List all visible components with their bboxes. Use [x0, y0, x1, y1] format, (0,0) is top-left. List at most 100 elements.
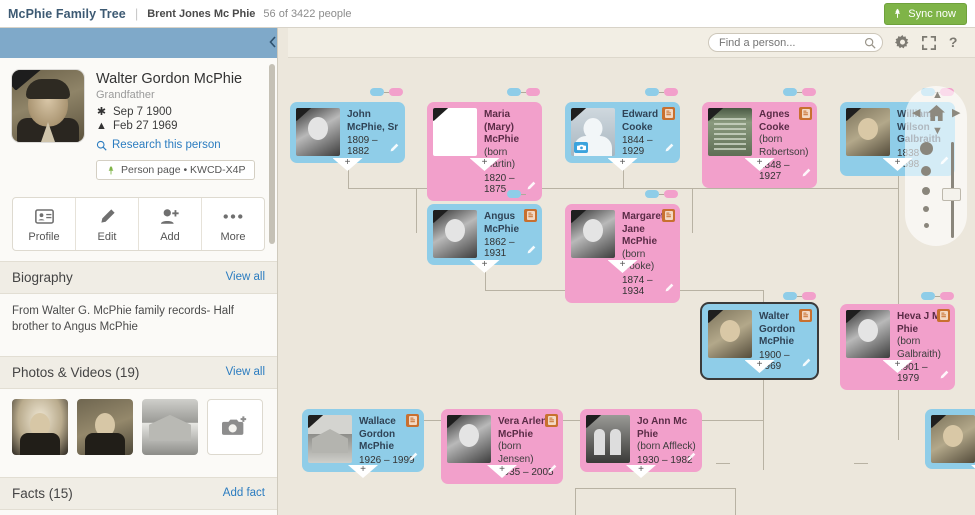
- zoom-dot[interactable]: [923, 223, 929, 228]
- tree-card[interactable]: John McPhie, Sr 1809 – 1882: [290, 102, 405, 163]
- canvas-toolbar: ?: [288, 28, 975, 58]
- plus-icon: +: [894, 359, 901, 370]
- arrow-up-icon[interactable]: ▲: [932, 90, 943, 101]
- record-hint-badge[interactable]: [799, 309, 812, 322]
- parent-couple-indicator[interactable]: [645, 190, 678, 198]
- help-button[interactable]: ?: [948, 35, 961, 50]
- tree-card[interactable]: Maria (Mary) McPhie (born Martin) 1820 – 18…: [427, 102, 542, 201]
- connector-line: [735, 488, 736, 515]
- person-page-chip[interactable]: Person page • KWCD-X4P: [96, 160, 256, 180]
- add-relative-tab[interactable]: +: [626, 465, 656, 478]
- settings-gear-button[interactable]: [895, 35, 910, 50]
- female-pill: [802, 292, 816, 300]
- card-portrait: [308, 415, 352, 463]
- tree-card[interactable]: Heva J Mc Phie (born Galbraith) 1901 – 1979: [840, 304, 955, 390]
- edit-button[interactable]: Edit: [76, 197, 139, 250]
- tree-card[interactable]: WalterMc Ph1926 –: [925, 409, 975, 469]
- plus-icon: +: [894, 157, 901, 168]
- photo-thumbnail[interactable]: [77, 398, 133, 455]
- parent-couple-indicator[interactable]: [645, 88, 678, 96]
- photos-section-header: Photos & Videos (19) View all: [0, 355, 277, 389]
- plus-icon: +: [344, 157, 351, 168]
- add-photo-button[interactable]: [207, 398, 263, 455]
- tree-canvas[interactable]: ? John McPhie, Sr1809 – 1882+Maria (M: [288, 28, 975, 515]
- fullscreen-button[interactable]: [922, 35, 936, 50]
- tree-icon: [895, 8, 901, 18]
- card-edit-pencil-icon[interactable]: [939, 367, 949, 385]
- sync-now-button[interactable]: Sync now: [884, 2, 967, 25]
- profile-button[interactable]: Profile: [13, 197, 76, 250]
- card-portrait: [447, 415, 491, 463]
- tree-card[interactable]: Edward Cooke 1844 – 1929: [565, 102, 680, 163]
- record-hint-badge[interactable]: [799, 107, 812, 120]
- person-death: ▲ Feb 27 1969: [96, 120, 255, 132]
- parent-couple-indicator[interactable]: [921, 292, 954, 300]
- add-fact-link[interactable]: Add fact: [223, 487, 265, 499]
- card-edit-pencil-icon[interactable]: [389, 140, 399, 158]
- record-hint-badge[interactable]: [406, 414, 419, 427]
- zoom-dot[interactable]: [923, 206, 929, 212]
- top-bar: McPhie Family Tree | Brent Jones Mc Phie…: [0, 0, 975, 28]
- add-relative-tab[interactable]: +: [332, 157, 363, 171]
- card-portrait: [708, 310, 752, 358]
- photo-thumbnail[interactable]: [142, 398, 198, 455]
- parent-couple-indicator[interactable]: [507, 88, 540, 96]
- connector-line: [854, 463, 868, 464]
- photos-view-all-link[interactable]: View all: [226, 366, 265, 378]
- plus-icon: +: [360, 464, 366, 475]
- male-pill: [783, 88, 797, 96]
- sidebar-scrollbar[interactable]: [269, 64, 275, 244]
- add-relative-tab[interactable]: +: [607, 158, 638, 171]
- record-hint-badge[interactable]: [662, 209, 675, 222]
- card-edit-pencil-icon[interactable]: [526, 242, 536, 260]
- card-edit-pencil-icon[interactable]: [664, 140, 674, 158]
- arrow-right-icon[interactable]: ▶: [952, 108, 960, 119]
- home-icon[interactable]: [928, 105, 945, 126]
- card-edit-pencil-icon[interactable]: [408, 449, 418, 467]
- add-relative-tab[interactable]: +: [348, 465, 378, 478]
- record-hint-badge[interactable]: [545, 414, 558, 427]
- parent-couple-indicator[interactable]: [370, 88, 403, 96]
- camera-icon: [574, 142, 588, 153]
- research-this-person-link[interactable]: Research this person: [96, 139, 255, 151]
- record-hint-badge[interactable]: [937, 309, 950, 322]
- sidebar-collapse-button[interactable]: [264, 34, 277, 50]
- connector-line: [575, 488, 735, 489]
- arrow-left-icon[interactable]: ◀: [912, 108, 920, 119]
- female-pill: [940, 292, 954, 300]
- tree-card[interactable]: Jo Ann Mc Phie (born Affleck) 1930 – 1982: [580, 409, 702, 472]
- add-button[interactable]: Add: [139, 197, 202, 250]
- plus-icon: +: [638, 464, 644, 475]
- connector-line: [623, 188, 898, 189]
- card-edit-pencil-icon[interactable]: [686, 449, 696, 467]
- card-portrait: [846, 108, 890, 156]
- tree-card[interactable]: Angus McPhie 1862 – 1931: [427, 204, 542, 265]
- card-edit-pencil-icon[interactable]: [801, 355, 811, 373]
- record-hint-badge[interactable]: [662, 107, 675, 120]
- tree-card[interactable]: Agnes Cooke (born Robertson) 1848 – 1927: [702, 102, 817, 188]
- photo-thumbnail[interactable]: [12, 398, 68, 455]
- zoom-dot[interactable]: [922, 187, 930, 195]
- card-edit-pencil-icon[interactable]: [664, 280, 674, 298]
- search-input[interactable]: [708, 33, 883, 53]
- add-relative-tab[interactable]: +: [469, 260, 500, 273]
- tree-card[interactable]: Margaret Jane McPhie (born Cooke) 1874 – 19…: [565, 204, 680, 303]
- person-portrait[interactable]: [12, 70, 84, 142]
- zoom-slider-handle[interactable]: [942, 188, 961, 201]
- more-button[interactable]: More: [202, 198, 264, 250]
- card-edit-pencil-icon[interactable]: [801, 165, 811, 183]
- record-hint-badge[interactable]: [524, 209, 537, 222]
- arrow-down-icon[interactable]: ▼: [932, 126, 943, 137]
- zoom-dot[interactable]: [921, 166, 931, 176]
- map-navigation-control[interactable]: ▲ ▼ ◀ ▶: [905, 86, 967, 246]
- card-edit-pencil-icon[interactable]: [547, 461, 557, 479]
- male-pill: [783, 292, 797, 300]
- title-separator: |: [134, 6, 139, 21]
- tree-card[interactable]: Wallace Gordon McPhie 1926 – 1999: [302, 409, 424, 472]
- fact-item[interactable]: 1900 Birth Ogden, Weber, Utah, United: [0, 510, 277, 515]
- parent-couple-indicator[interactable]: [783, 292, 816, 300]
- parent-couple-indicator[interactable]: [507, 190, 540, 198]
- zoom-dot[interactable]: [919, 142, 933, 155]
- biography-view-all-link[interactable]: View all: [226, 271, 265, 283]
- parent-couple-indicator[interactable]: [783, 88, 816, 96]
